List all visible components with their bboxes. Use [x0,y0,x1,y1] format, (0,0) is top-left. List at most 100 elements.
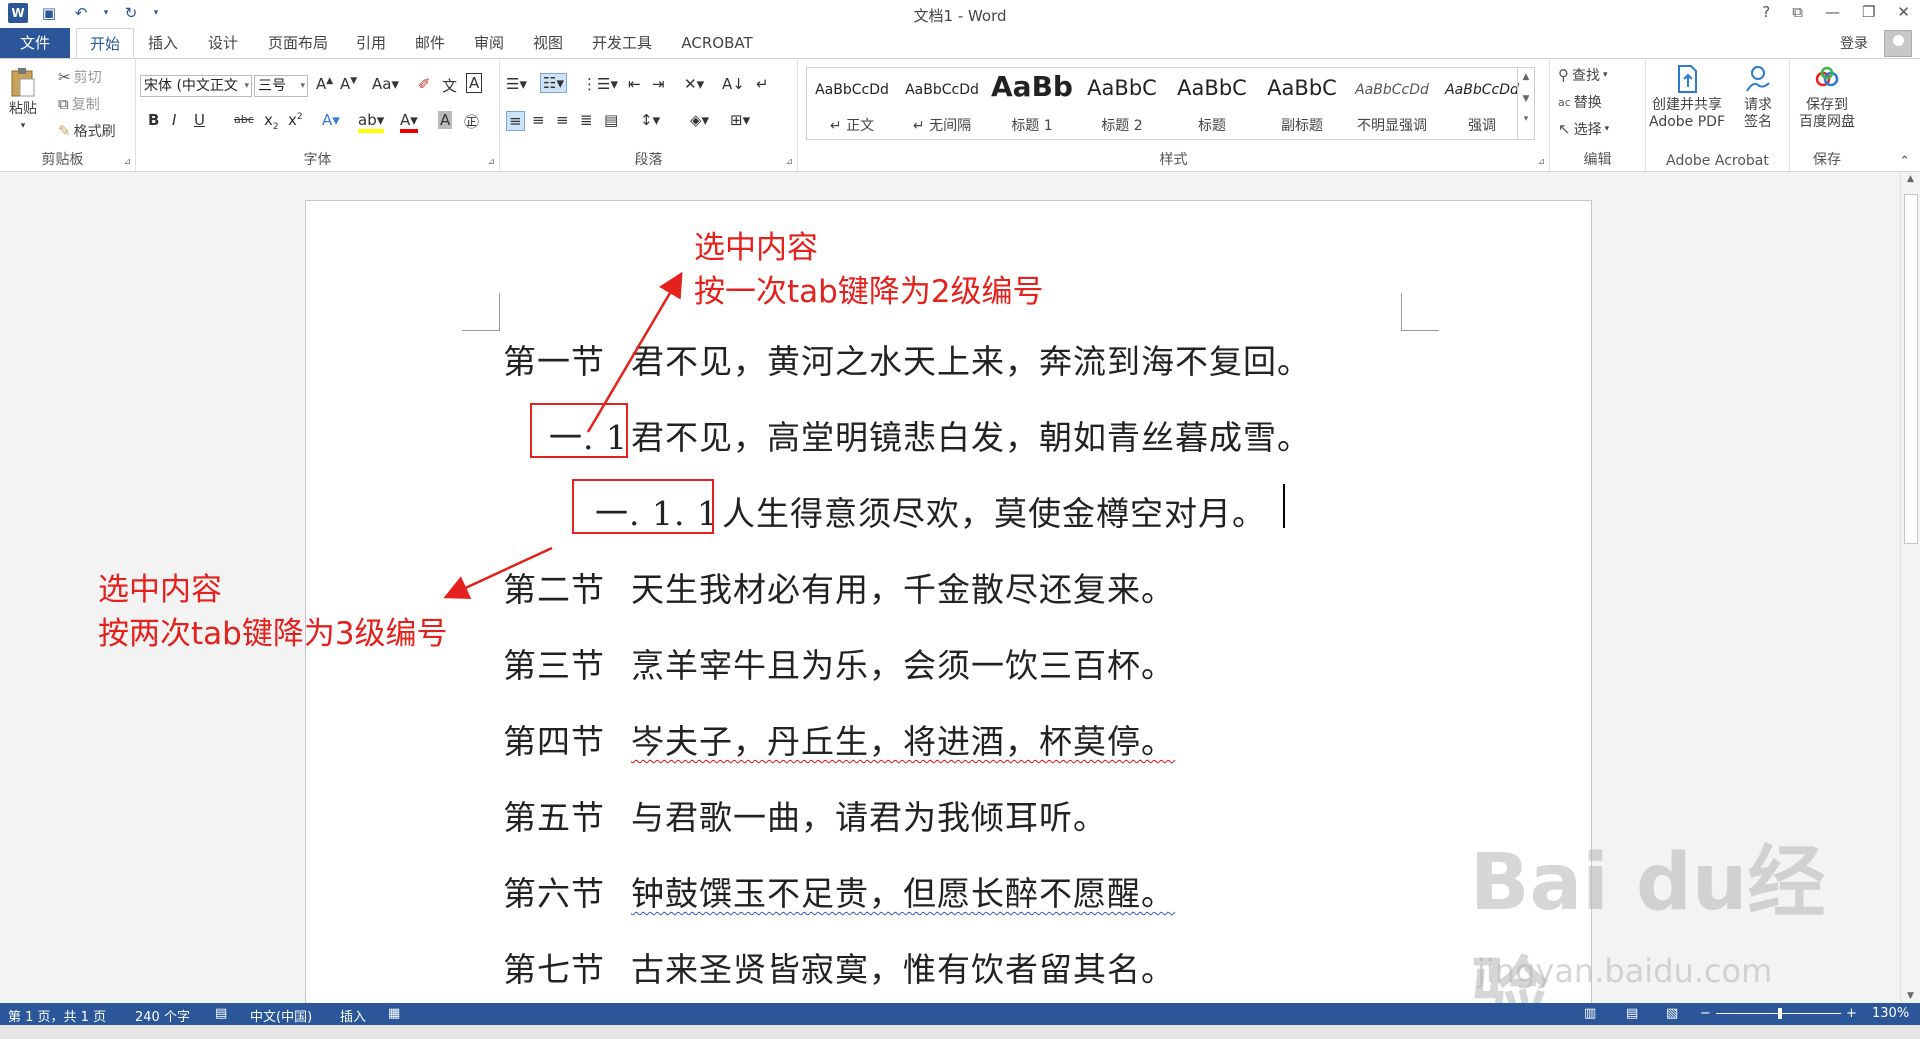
doc-line[interactable]: 第四节 岑夫子，丹丘生，将进酒，杯莫停。 [503,715,1175,763]
styles-scroll[interactable]: ▲ ▼ ▾ [1517,68,1534,139]
help-button[interactable]: ? [1762,3,1770,21]
save-to-baidu-button[interactable]: 保存到 百度网盘 [1794,63,1860,131]
doc-line[interactable]: 一. 1君不见，高堂明镜悲白发，朝如青丝暮成雪。 [546,411,1311,459]
change-case-icon[interactable]: Aa▾ [372,75,399,93]
distributed-icon[interactable]: ▤ [604,111,618,129]
style-title[interactable]: AaBbC 标题 [1167,68,1257,139]
vertical-scrollbar[interactable]: ▲ ▼ [1900,172,1920,1003]
align-right-icon[interactable]: ≡ [556,111,569,129]
line-text[interactable]: 天生我材必有用，千金散尽还复来。 [631,570,1175,609]
tab-design[interactable]: 设计 [200,28,246,58]
sort-icon[interactable]: A↓ [722,75,745,93]
paste-button[interactable]: 粘贴 ▾ [8,67,38,135]
tab-view[interactable]: 视图 [525,28,571,58]
document-area[interactable]: 第一节 君不见，黄河之水天上来，奔流到海不复回。 一. 1君不见，高堂明镜悲白发，… [0,172,1900,1003]
tab-references[interactable]: 引用 [348,28,394,58]
multilevel-list-icon[interactable]: ⋮☰▾ [582,75,618,93]
collapse-ribbon-icon[interactable]: ⌃ [1899,154,1910,169]
style-subtitle[interactable]: AaBbC 副标题 [1257,68,1347,139]
chevron-down-icon[interactable]: ▼ [1518,94,1534,104]
enclose-char-icon[interactable]: ㊣ [464,111,479,132]
doc-line[interactable]: 第三节 烹羊宰牛且为乐，会须一饮三百杯。 [503,639,1175,687]
chinese-layout-icon[interactable]: ✕▾ [684,75,704,93]
zoom-level[interactable]: 130% [1872,1006,1909,1021]
web-layout-icon[interactable]: ▧ [1666,1006,1678,1021]
style-no-spacing[interactable]: AaBbCcDd ↵ 无间隔 [897,68,987,139]
justify-icon[interactable]: ≣ [580,111,593,129]
subscript-icon[interactable]: x2 [264,111,279,132]
zoom-slider-thumb[interactable] [1778,1008,1782,1019]
avatar[interactable] [1884,30,1912,57]
status-page[interactable]: 第 1 页，共 1 页 [8,1006,106,1025]
line-text[interactable]: 古来圣贤皆寂寞，惟有饮者留其名。 [631,950,1175,989]
tab-acrobat[interactable]: ACROBAT [672,28,762,58]
line-text[interactable]: 君不见，黄河之水天上来，奔流到海不复回。 [631,342,1311,381]
tab-home[interactable]: 开始 [76,28,134,58]
replace-button[interactable]: ac 替换 [1558,92,1602,112]
line-text[interactable]: 钟鼓馔玉不足贵，但愿长醉不愿醒。 [631,874,1175,913]
show-marks-icon[interactable]: ↵ [756,75,769,93]
dialog-launcher-icon[interactable]: ⊿ [487,157,495,167]
list-number[interactable]: 第六节 [503,867,631,915]
scrollbar-thumb[interactable] [1904,194,1918,544]
list-number[interactable]: 第七节 [503,943,631,991]
font-color-icon[interactable]: A▾ [400,111,418,133]
close-icon[interactable]: ✕ [1897,3,1910,21]
style-heading-2[interactable]: AaBbC 标题 2 [1077,68,1167,139]
find-button[interactable]: ⚲ 查找 ▾ [1558,65,1608,85]
line-text[interactable]: 岑夫子，丹丘生，将进酒，杯莫停。 [631,722,1175,761]
scroll-up-icon[interactable]: ▲ [1901,174,1920,184]
phonetic-guide-icon[interactable]: 文 [442,75,457,96]
paste-dropdown-icon[interactable]: ▾ [21,118,26,135]
list-number[interactable]: 第一节 [503,335,631,383]
style-normal[interactable]: AaBbCcDd ↵ 正文 [807,68,897,139]
shading-icon[interactable]: ◈▾ [690,111,709,129]
macro-record-icon[interactable]: ▦ [388,1006,400,1021]
doc-line[interactable]: 第六节 钟鼓馔玉不足贵，但愿长醉不愿醒。 [503,867,1175,915]
list-number[interactable]: 第二节 [503,563,631,611]
request-signature-button[interactable]: 请求 签名 [1736,63,1780,131]
format-painter-button[interactable]: ✎ 格式刷 [58,121,116,141]
scroll-down-icon[interactable]: ▼ [1901,991,1920,1001]
tab-developer[interactable]: 开发工具 [584,28,660,58]
align-left-icon[interactable]: ≡ [506,111,525,131]
chevron-up-icon[interactable]: ▲ [1518,72,1534,82]
font-name-combo[interactable]: 宋体 (中文正文 ▾ [140,75,252,97]
zoom-out-icon[interactable]: − [1700,1006,1711,1021]
dialog-launcher-icon[interactable]: ⊿ [123,157,131,167]
borders-icon[interactable]: ⊞▾ [730,111,750,129]
tab-review[interactable]: 审阅 [466,28,512,58]
list-number[interactable]: 第四节 [503,715,631,763]
line-text[interactable]: 君不见，高堂明镜悲白发，朝如青丝暮成雪。 [631,418,1311,457]
bullets-icon[interactable]: ☰▾ [506,75,527,93]
zoom-in-icon[interactable]: + [1846,1006,1857,1021]
font-size-combo[interactable]: 三号 ▾ [254,75,308,97]
align-center-icon[interactable]: ≡ [532,111,545,129]
status-word-count[interactable]: 240 个字 [135,1006,190,1025]
doc-line[interactable]: 第一节 君不见，黄河之水天上来，奔流到海不复回。 [503,335,1311,383]
select-button[interactable]: ↖ 选择 ▾ [1558,119,1609,139]
line-text[interactable]: 人生得意须尽欢，莫使金樽空对月。 [722,494,1266,533]
superscript-icon[interactable]: x2 [288,111,303,129]
line-text[interactable]: 与君歌一曲，请君为我倾耳听。 [631,798,1107,837]
line-spacing-icon[interactable]: ↕▾ [640,111,660,129]
dialog-launcher-icon[interactable]: ⊿ [1537,157,1545,167]
tab-insert[interactable]: 插入 [140,28,186,58]
italic-icon[interactable]: I [172,111,176,129]
copy-button[interactable]: ⧉ 复制 [58,94,100,114]
ribbon-display-icon[interactable]: ⧉ [1792,3,1803,21]
doc-line[interactable]: 第五节 与君歌一曲，请君为我倾耳听。 [503,791,1107,839]
create-share-pdf-button[interactable]: 创建并共享 Adobe PDF [1648,63,1726,131]
style-emphasis[interactable]: AaBbCcDd 强调 [1437,68,1527,139]
tab-mailings[interactable]: 邮件 [407,28,453,58]
underline-icon[interactable]: U [194,111,205,129]
minimize-icon[interactable]: — [1825,3,1840,21]
maximize-icon[interactable]: ❐ [1862,3,1875,21]
styles-more-icon[interactable]: ▾ [1518,114,1534,124]
char-border-icon[interactable]: A [466,73,483,93]
status-language[interactable]: 中文(中国) [250,1006,312,1025]
shrink-font-icon[interactable]: A▼ [340,75,357,93]
style-heading-1[interactable]: AaBb 标题 1 [987,68,1077,139]
doc-line[interactable]: 第二节 天生我材必有用，千金散尽还复来。 [503,563,1175,611]
document-page[interactable]: 第一节 君不见，黄河之水天上来，奔流到海不复回。 一. 1君不见，高堂明镜悲白发，… [305,200,1592,1003]
